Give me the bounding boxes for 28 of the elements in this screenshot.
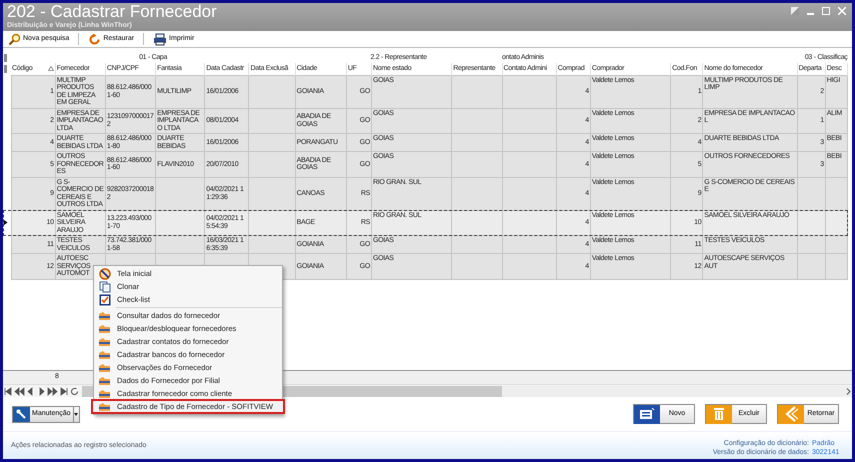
next-page-button[interactable]	[47, 386, 58, 396]
folder-icon	[98, 402, 111, 412]
last-record-button[interactable]	[58, 386, 69, 396]
folder-icon	[98, 362, 111, 372]
folder-icon	[98, 388, 111, 398]
scroll-right-icon[interactable]	[846, 388, 852, 394]
folder-icon	[98, 324, 111, 334]
trash-icon	[706, 404, 732, 424]
checkbox-icon	[98, 294, 110, 306]
folder-icon	[98, 336, 111, 346]
no-entry-icon	[98, 268, 110, 280]
previous-page-button[interactable]	[14, 386, 25, 396]
current-row-icon	[3, 219, 8, 226]
chevron-left-icon	[778, 404, 804, 424]
copy-icon	[98, 280, 110, 292]
close-icon[interactable]	[838, 7, 846, 15]
folder-icon	[98, 350, 111, 360]
search-icon	[8, 32, 21, 46]
maximize-icon[interactable]	[822, 7, 830, 15]
refresh-button[interactable]	[69, 386, 80, 396]
folder-icon	[98, 310, 111, 320]
new-record-icon	[634, 404, 660, 424]
folder-icon	[98, 376, 111, 386]
dropdown-caret-icon[interactable]	[74, 412, 78, 416]
first-record-button[interactable]	[3, 386, 14, 396]
wrench-icon	[16, 408, 27, 420]
window-title: 202 - Cadastrar Fornecedor	[7, 3, 217, 21]
refresh-icon	[88, 32, 102, 46]
